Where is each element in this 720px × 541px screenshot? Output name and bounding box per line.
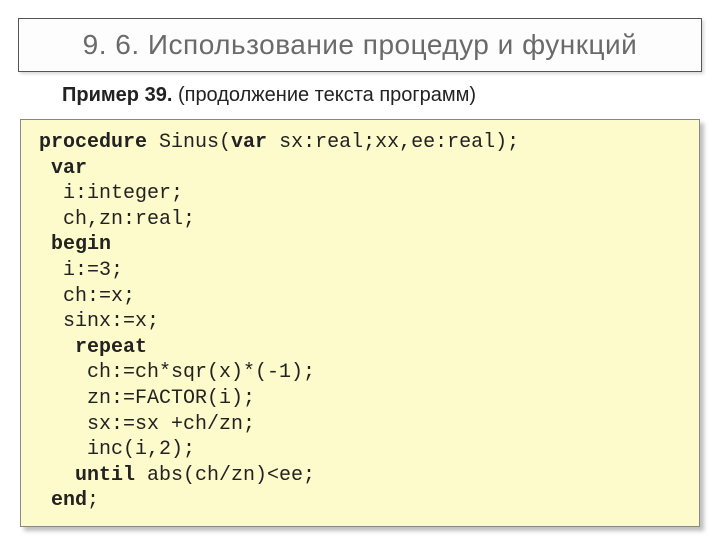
code-text: i:=3; [39, 259, 123, 282]
slide-container: 9. 6. Использование процедур и функций П… [0, 0, 720, 541]
title-box: 9. 6. Использование процедур и функций [18, 18, 702, 72]
code-text: sx:=sx +ch/zn; [39, 413, 255, 436]
code-text: zn:=FACTOR(i); [39, 387, 255, 410]
code-block: procedure Sinus(var sx:real;xx,ee:real);… [20, 119, 700, 527]
kw-end: end [39, 489, 87, 512]
kw-repeat: repeat [39, 336, 147, 359]
subtitle-bold: Пример 39. [62, 84, 172, 106]
kw-procedure: procedure [39, 131, 147, 154]
code-text: ch,zn:real; [39, 208, 195, 231]
kw-until: until [39, 464, 135, 487]
code-text: sx:real;xx,ee:real); [267, 131, 519, 154]
code-text: abs(ch/zn)<ee; [135, 464, 315, 487]
example-subtitle: Пример 39. (продолжение текста программ) [62, 84, 696, 107]
code-text: ch:=ch*sqr(x)*(-1); [39, 361, 315, 384]
kw-begin: begin [39, 233, 111, 256]
subtitle-rest: (продолжение текста программ) [172, 84, 476, 106]
code-text: inc(i,2); [39, 438, 195, 461]
kw-var: var [39, 157, 87, 180]
page-title: 9. 6. Использование процедур и функций [35, 29, 685, 61]
code-text: ; [87, 489, 99, 512]
code-text: i:integer; [39, 182, 183, 205]
kw-var-param: var [231, 131, 267, 154]
code-text: ch:=x; [39, 285, 135, 308]
code-text: sinx:=x; [39, 310, 159, 333]
code-text: Sinus( [147, 131, 231, 154]
